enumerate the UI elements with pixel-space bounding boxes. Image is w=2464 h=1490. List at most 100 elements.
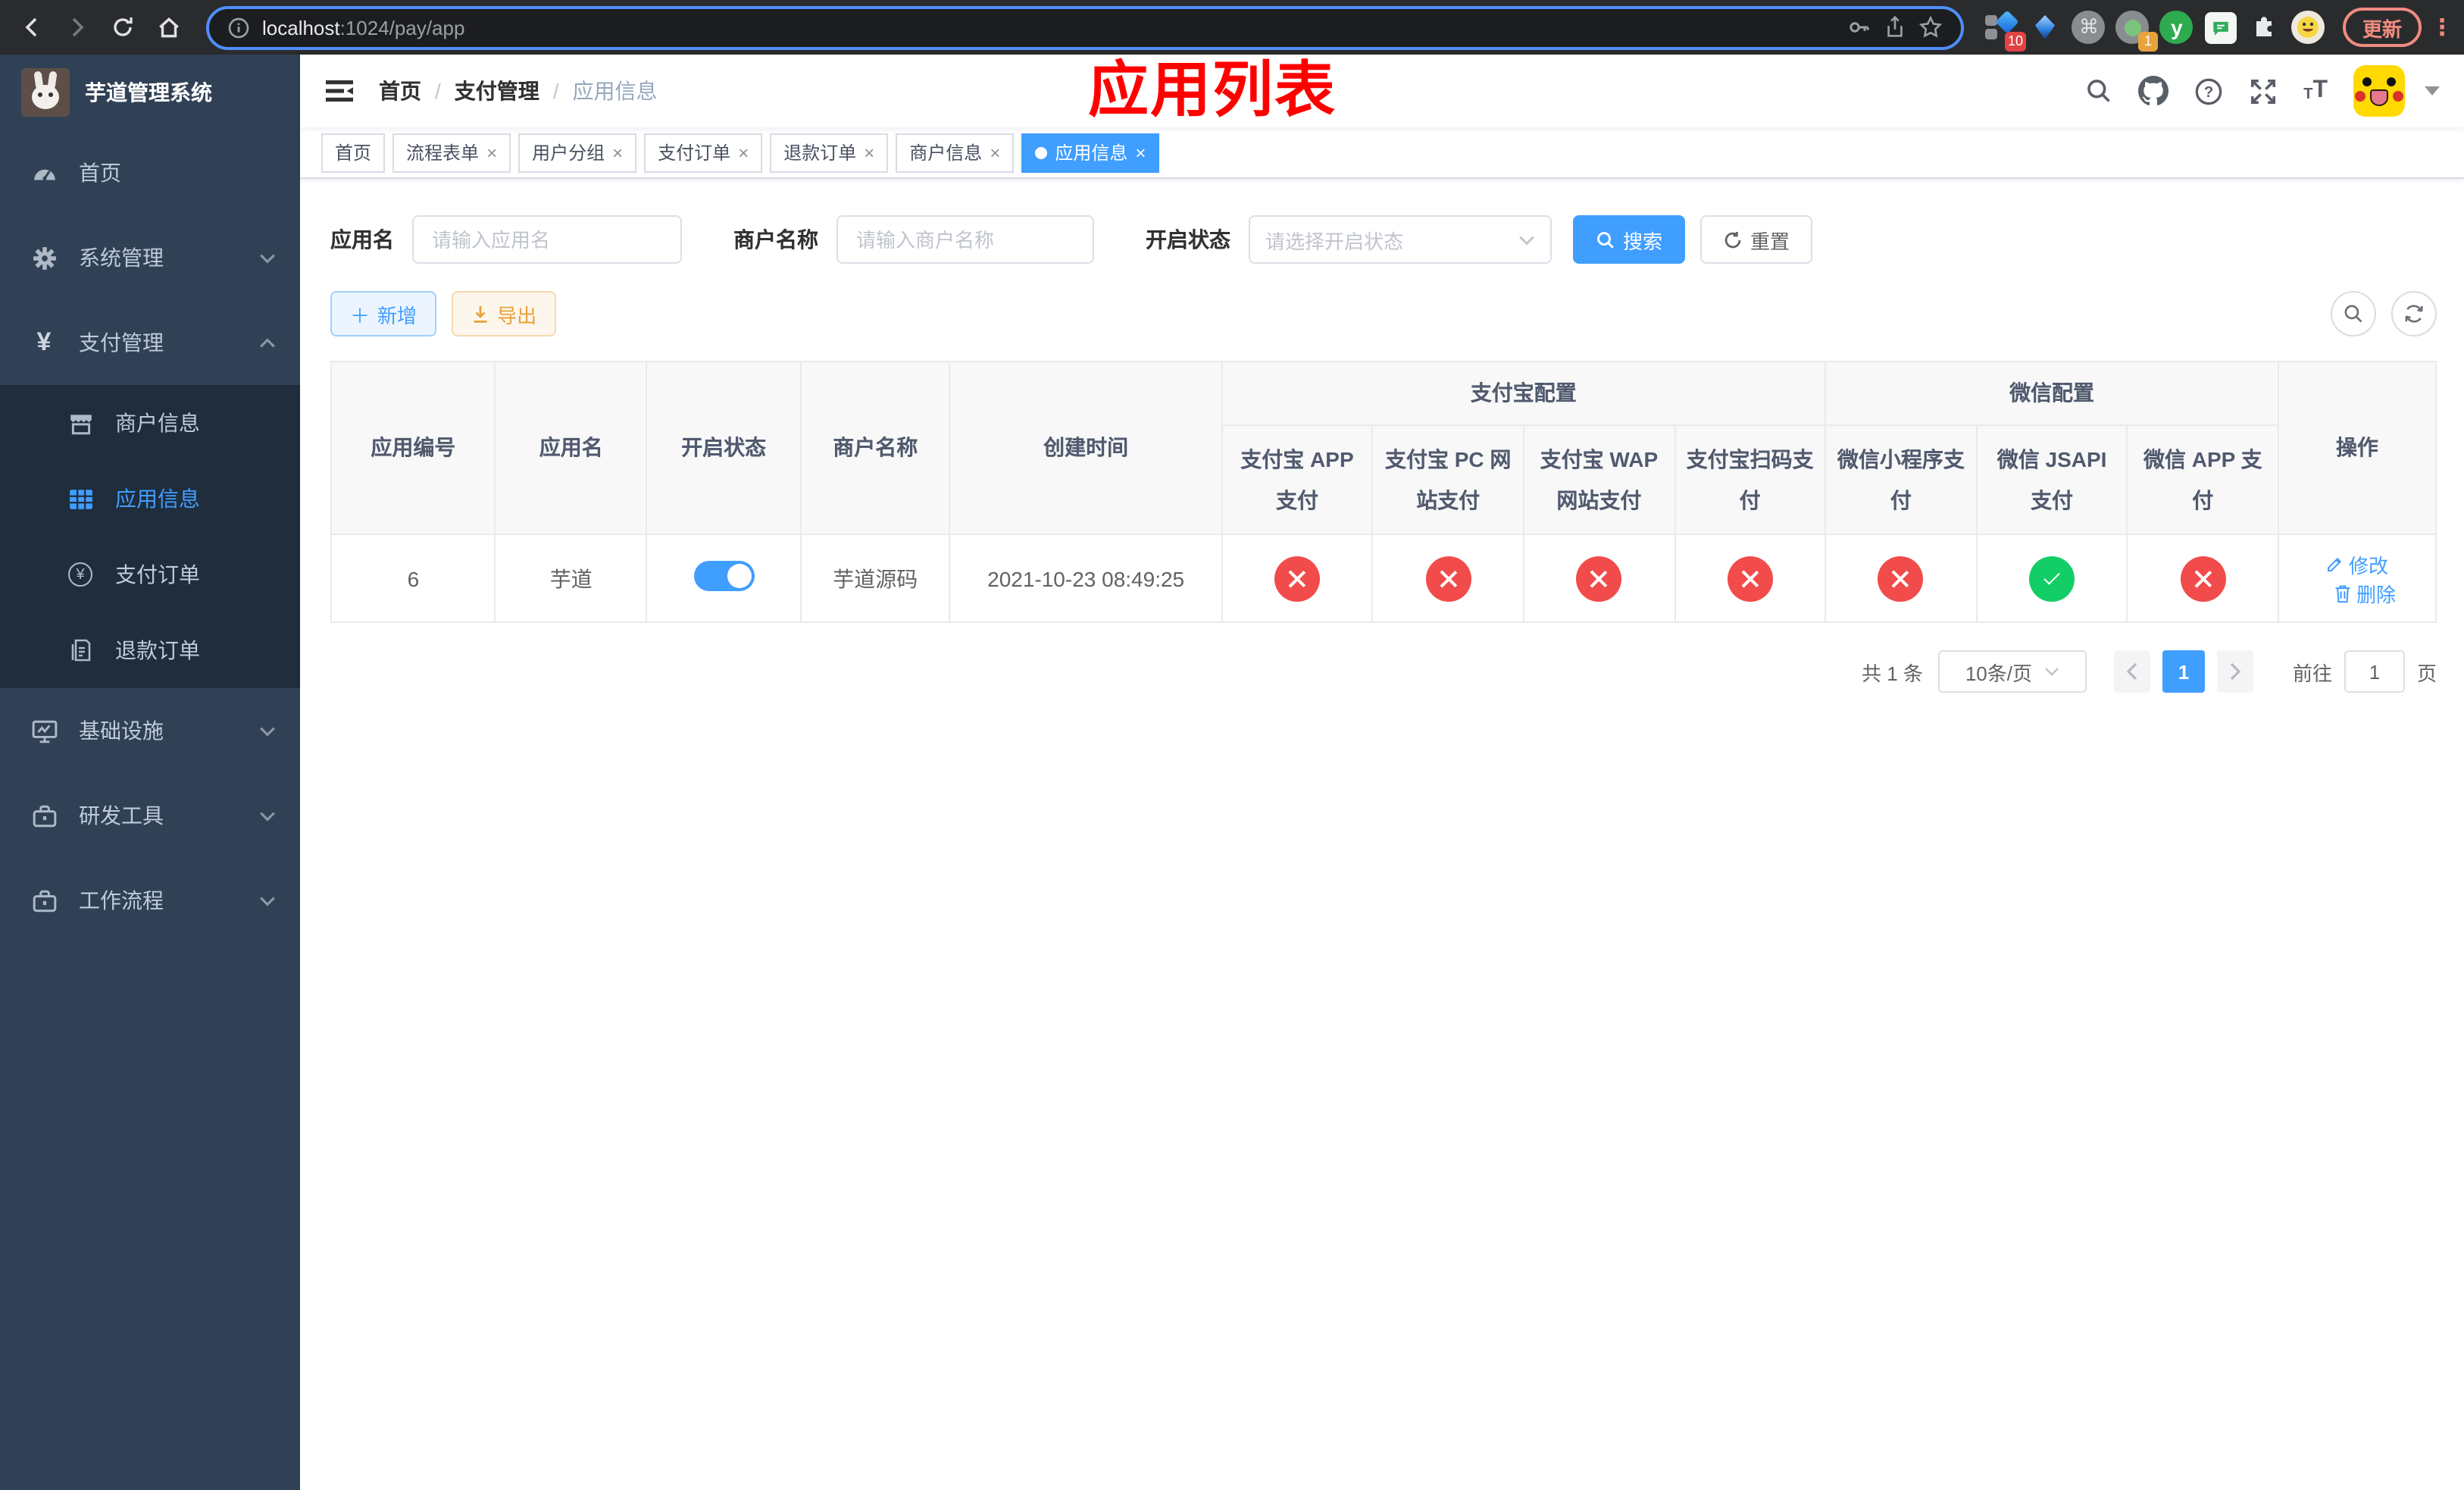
reset-button[interactable]: 重置 [1700,215,1813,264]
page-size-select[interactable]: 10条/页 [1937,650,2087,693]
sidebar: 芋道管理系统 首页 系统管理 ¥ 支付管理 商户信息 应用信息 ¥ 支付订单 退… [0,55,300,1490]
app-title: 芋道管理系统 [85,80,212,105]
tab-refund-orders[interactable]: 退款订单 × [770,133,889,172]
chevron-down-icon [259,895,276,906]
home-icon [158,17,178,37]
close-icon[interactable]: × [990,142,1000,163]
total-count: 共 1 条 [1862,662,1923,684]
trash-icon [2335,584,2350,603]
tab-user-group[interactable]: 用户分组 × [518,133,637,172]
col-alipay-pc: 支付宝 PC 网站支付 [1371,424,1524,535]
sidebar-item-refund-orders[interactable]: 退款订单 [0,612,300,688]
avatar-dropdown-caret[interactable] [2425,86,2440,95]
col-app-name: 应用名 [494,361,648,535]
page-unit-label: 页 [2416,662,2437,684]
alipay-pc-closed-icon [1425,556,1471,601]
svg-text:?: ? [2204,83,2213,100]
browser-update-button[interactable]: 更新 [2342,8,2422,47]
refresh-table-button[interactable] [2391,291,2437,337]
toggle-search-button[interactable] [2331,291,2376,337]
sidebar-item-home[interactable]: 首页 [0,130,300,215]
tab-payment-orders[interactable]: 支付订单 × [644,133,763,172]
site-info-icon[interactable] [227,16,250,39]
share-icon[interactable] [1884,15,1906,39]
yen-circle-icon: ¥ [67,562,94,587]
status-label: 开启状态 [1146,227,1230,252]
refresh-icon [1724,230,1741,248]
add-button[interactable]: ＋ 新增 [330,291,437,337]
prev-page-button[interactable] [2113,650,2150,693]
browser-home-button[interactable] [149,8,188,47]
browser-toolbar: localhost:1024/pay/app 10 ⌘ 1 y 更新 ⋮ [0,0,2464,55]
extension-tango-icon[interactable]: 10 [1982,8,2026,51]
goto-page-input[interactable] [2344,650,2405,693]
address-bar[interactable]: localhost:1024/pay/app [206,5,1964,49]
close-icon[interactable]: × [1135,142,1146,163]
breadcrumb-home[interactable]: 首页 [379,76,421,106]
sidebar-logo[interactable]: 芋道管理系统 [0,55,300,130]
tab-app-info-active[interactable]: 应用信息 × [1021,133,1160,172]
header-search-icon[interactable] [2085,77,2112,105]
browser-menu-icon[interactable]: ⋮ [2431,16,2453,39]
extensions-puzzle-icon[interactable] [2246,8,2284,46]
font-size-icon[interactable]: TT [2303,78,2328,103]
hamburger-icon[interactable] [324,77,355,105]
extension-command-icon[interactable]: ⌘ [2070,8,2108,46]
extension-badge-2: 1 [2137,31,2158,51]
fullscreen-icon[interactable] [2249,77,2278,105]
export-button[interactable]: 导出 [452,291,557,337]
col-alipay-qr: 支付宝扫码支付 [1674,424,1827,535]
alipay-app-closed-icon [1274,556,1320,601]
tab-merchant-info[interactable]: 商户信息 × [896,133,1015,172]
status-toggle-on[interactable] [693,561,755,591]
app-name-label: 应用名 [330,227,394,252]
sidebar-item-dev-tools[interactable]: 研发工具 [0,773,300,858]
close-icon[interactable]: × [738,142,749,163]
github-icon[interactable] [2138,76,2169,106]
page-annotation-title: 应用列表 [1088,58,1337,124]
close-icon[interactable]: × [486,142,497,163]
breadcrumb-payment[interactable]: 支付管理 [455,76,539,106]
close-icon[interactable]: × [612,142,623,163]
page-number-active[interactable]: 1 [2162,650,2205,693]
delete-link[interactable]: 删除 [2334,578,2396,607]
sidebar-item-workflow[interactable]: 工作流程 [0,858,300,943]
browser-back-button[interactable] [12,8,52,47]
extension-y-icon[interactable]: y [2158,8,2196,46]
sidebar-item-system[interactable]: 系统管理 [0,215,300,300]
shop-icon [67,410,94,436]
extension-kite-icon[interactable] [2026,8,2064,46]
col-wechat-mini: 微信小程序支付 [1825,424,1978,535]
password-key-icon[interactable] [1847,15,1871,39]
extension-recorder-icon[interactable]: 1 [2114,8,2158,51]
sidebar-item-infrastructure[interactable]: 基础设施 [0,688,300,773]
bookmark-star-icon[interactable] [1918,15,1943,39]
sidebar-item-merchant-info[interactable]: 商户信息 [0,385,300,461]
table-grid-icon [67,486,94,512]
tab-process-form[interactable]: 流程表单 × [392,133,511,172]
sidebar-item-payment[interactable]: ¥ 支付管理 [0,300,300,385]
extension-chat-icon[interactable] [2202,8,2240,46]
cell-app-id: 6 [330,534,496,623]
col-actions: 操作 [2277,361,2437,535]
browser-forward-button[interactable] [58,8,97,47]
help-icon[interactable]: ? [2194,77,2223,105]
search-button[interactable]: 搜索 [1573,215,1686,264]
profile-avatar-icon[interactable] [2290,8,2328,46]
sidebar-item-payment-orders[interactable]: ¥ 支付订单 [0,537,300,612]
browser-reload-button[interactable] [103,8,142,47]
app-name-input[interactable] [412,215,682,264]
main-area: 首页 / 支付管理 / 应用信息 应用列表 ? T T 首页 流程表单 × 用户… [300,55,2464,1490]
cell-merchant: 芋道源码 [799,534,951,623]
document-icon [67,638,94,662]
edit-link[interactable]: 修改 [2326,549,2388,578]
sidebar-item-app-info[interactable]: 应用信息 [0,461,300,537]
tab-home[interactable]: 首页 [321,133,386,172]
merchant-name-input[interactable] [836,215,1094,264]
user-avatar[interactable] [2353,65,2405,117]
next-page-button[interactable] [2216,650,2253,693]
refresh-icon [2405,305,2423,323]
close-icon[interactable]: × [864,142,874,163]
reload-icon [114,17,133,36]
status-select[interactable]: 请选择开启状态 [1249,215,1552,264]
